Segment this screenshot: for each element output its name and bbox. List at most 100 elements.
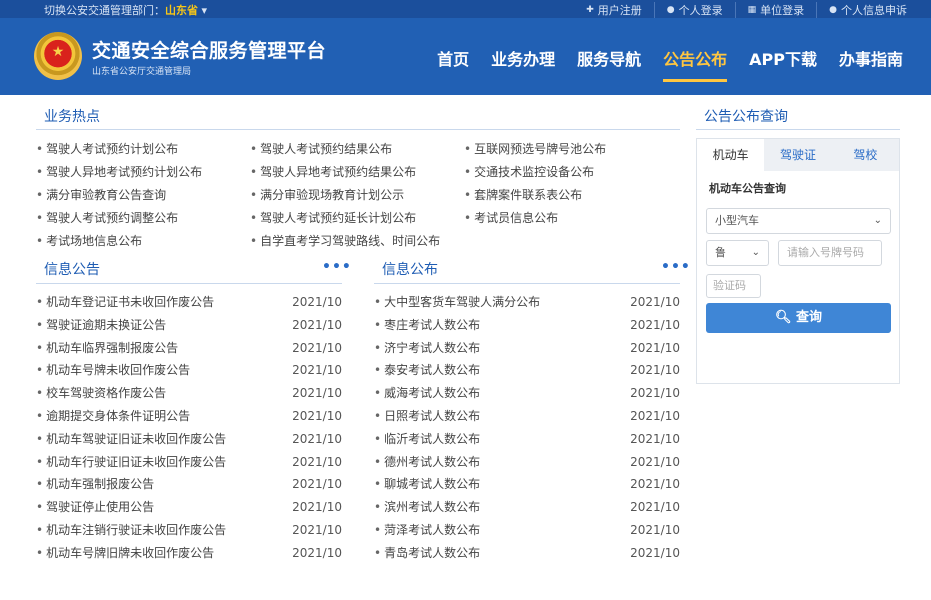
list-item-title[interactable]: 青岛考试人数公布 (374, 542, 480, 565)
tab-license[interactable]: 驾驶证 (764, 139, 831, 171)
nav-home[interactable]: 首页 (437, 46, 469, 70)
hot-link[interactable]: 驾驶人考试预约延长计划公布 (250, 209, 464, 227)
search-button[interactable]: 🔍︎ 查询 (706, 303, 891, 333)
hot-link[interactable]: 驾驶人考试预约调整公布 (36, 209, 250, 227)
hot-link[interactable]: 套牌案件联系表公布 (464, 186, 676, 204)
list-item-title[interactable]: 枣庄考试人数公布 (374, 314, 480, 337)
appeal-link[interactable]: ● 个人信息申诉 (816, 2, 919, 18)
hot-link[interactable]: 驾驶人异地考试预约结果公布 (250, 163, 464, 181)
list-item-title[interactable]: 日照考试人数公布 (374, 405, 480, 428)
list-item-title[interactable]: 德州考试人数公布 (374, 451, 480, 474)
list-item-title[interactable]: 机动车临界强制报废公告 (36, 337, 178, 360)
search-icon: 🔍︎ (774, 310, 792, 325)
list-item-title[interactable]: 机动车行驶证旧证未收回作废公告 (36, 451, 226, 474)
query-divider (696, 129, 900, 130)
list-item-title[interactable]: 机动车号牌旧牌未收回作废公告 (36, 542, 214, 565)
list-item-title[interactable]: 机动车登记证书未收回作废公告 (36, 291, 214, 314)
list-item-title[interactable]: 大中型客货车驾驶人满分公布 (374, 291, 540, 314)
plate-number-input[interactable]: 请输入号牌号码 (778, 240, 882, 266)
list-item-title[interactable]: 机动车强制报废公告 (36, 473, 154, 496)
hot-link[interactable]: 自学直考学习驾驶路线、时间公布 (250, 232, 464, 250)
list-item[interactable]: 机动车临界强制报废公告 2021/10 (36, 337, 342, 360)
unit-login-link[interactable]: ▦ 单位登录 (734, 2, 817, 18)
query-tabs: 机动车 驾驶证 驾校 (697, 139, 899, 171)
list-item[interactable]: 机动车号牌未收回作废公告 2021/10 (36, 359, 342, 382)
list-item[interactable]: 德州考试人数公布 2021/10 (374, 451, 680, 474)
list-item[interactable]: 济宁考试人数公布 2021/10 (374, 337, 680, 360)
hot-link[interactable]: 交通技术监控设备公布 (464, 163, 676, 181)
province-prefix-select[interactable]: 鲁 ⌄ (706, 240, 769, 266)
register-link[interactable]: ✚ 用户注册 (574, 2, 654, 18)
tab-vehicle[interactable]: 机动车 (697, 139, 765, 171)
unit-login-label: 单位登录 (760, 4, 805, 17)
site-header: ★ 交通安全综合服务管理平台 山东省公安厅交通管理局 首页 业务办理 服务导航 … (0, 18, 931, 95)
personal-login-link[interactable]: ● 个人登录 (653, 2, 735, 18)
list-item-date: 2021/10 (292, 500, 342, 515)
list-item-title[interactable]: 聊城考试人数公布 (374, 473, 480, 496)
list-item-date: 2021/10 (292, 431, 342, 446)
list-item-date: 2021/10 (292, 386, 342, 401)
list-item[interactable]: 泰安考试人数公布 2021/10 (374, 359, 680, 382)
list-item[interactable]: 机动车驾驶证旧证未收回作废公告 2021/10 (36, 428, 342, 451)
list-item[interactable]: 滨州考试人数公布 2021/10 (374, 496, 680, 519)
nav-services[interactable]: 服务导航 (577, 46, 641, 70)
hot-link[interactable]: 驾驶人异地考试预约计划公布 (36, 163, 250, 181)
list-item-title[interactable]: 驾驶证逾期未换证公告 (36, 314, 166, 337)
list-item-title[interactable]: 驾驶证停止使用公告 (36, 496, 154, 519)
list-item[interactable]: 逾期提交身体条件证明公告 2021/10 (36, 405, 342, 428)
hot-link[interactable]: 驾驶人考试预约计划公布 (36, 140, 250, 158)
tab-driving-school[interactable]: 驾校 (832, 139, 899, 171)
list-item[interactable]: 驾驶证停止使用公告 2021/10 (36, 496, 342, 519)
list-item-date: 2021/10 (630, 386, 680, 401)
list-item[interactable]: 机动车号牌旧牌未收回作废公告 2021/10 (36, 542, 342, 565)
nav-app-download[interactable]: APP下载 (749, 46, 817, 70)
list-item-title[interactable]: 滨州考试人数公布 (374, 496, 480, 519)
captcha-input[interactable]: 验证码 (706, 274, 761, 298)
list-item[interactable]: 机动车登记证书未收回作废公告 2021/10 (36, 291, 342, 314)
publish-divider (374, 283, 680, 284)
list-item-title[interactable]: 临沂考试人数公布 (374, 428, 480, 451)
hot-link[interactable]: 驾驶人考试预约结果公布 (250, 140, 464, 158)
list-item-title[interactable]: 校车驾驶资格作废公告 (36, 382, 166, 405)
list-item[interactable]: 日照考试人数公布 2021/10 (374, 405, 680, 428)
list-item-title[interactable]: 机动车注销行驶证未收回作废公告 (36, 519, 226, 542)
search-button-label: 查询 (796, 310, 823, 325)
publish-more-button[interactable]: ••• (661, 259, 691, 275)
hot-link[interactable]: 考试场地信息公布 (36, 232, 250, 250)
list-item-title[interactable]: 逾期提交身体条件证明公告 (36, 405, 190, 428)
nav-announcements[interactable]: 公告公布 (663, 46, 728, 82)
notice-more-button[interactable]: ••• (322, 259, 352, 275)
province-select[interactable]: 山东省 (165, 4, 198, 17)
list-item[interactable]: 威海考试人数公布 2021/10 (374, 382, 680, 405)
list-item[interactable]: 机动车注销行驶证未收回作废公告 2021/10 (36, 519, 342, 542)
nav-guide[interactable]: 办事指南 (839, 46, 903, 70)
list-item-title[interactable]: 机动车驾驶证旧证未收回作废公告 (36, 428, 226, 451)
list-item[interactable]: 青岛考试人数公布 2021/10 (374, 542, 680, 565)
list-item-title[interactable]: 菏泽考试人数公布 (374, 519, 480, 542)
hot-link[interactable]: 互联网预选号牌号池公布 (464, 140, 676, 158)
list-item[interactable]: 驾驶证逾期未换证公告 2021/10 (36, 314, 342, 337)
list-item-title[interactable]: 机动车号牌未收回作废公告 (36, 359, 190, 382)
hot-link[interactable]: 满分审验现场教育计划公示 (250, 186, 464, 204)
hot-link[interactable]: 考试员信息公布 (464, 209, 676, 227)
list-item-title[interactable]: 济宁考试人数公布 (374, 337, 480, 360)
list-item-date: 2021/10 (630, 522, 680, 537)
list-item-title[interactable]: 威海考试人数公布 (374, 382, 480, 405)
hot-link[interactable]: 满分审验教育公告查询 (36, 186, 250, 204)
appeal-label: 个人信息申诉 (841, 4, 907, 17)
list-item[interactable]: 聊城考试人数公布 2021/10 (374, 473, 680, 496)
list-item-date: 2021/10 (630, 477, 680, 492)
nav-business[interactable]: 业务办理 (491, 46, 555, 70)
list-item[interactable]: 枣庄考试人数公布 2021/10 (374, 314, 680, 337)
list-item[interactable]: 机动车行驶证旧证未收回作废公告 2021/10 (36, 451, 342, 474)
list-item[interactable]: 菏泽考试人数公布 2021/10 (374, 519, 680, 542)
notice-divider (36, 283, 342, 284)
list-item[interactable]: 校车驾驶资格作废公告 2021/10 (36, 382, 342, 405)
list-item[interactable]: 临沂考试人数公布 2021/10 (374, 428, 680, 451)
list-item-date: 2021/10 (292, 545, 342, 560)
vehicle-type-select[interactable]: 小型汽车 ⌄ (706, 208, 891, 234)
list-item[interactable]: 机动车强制报废公告 2021/10 (36, 473, 342, 496)
list-item-title[interactable]: 泰安考试人数公布 (374, 359, 480, 382)
department-switch[interactable]: 切换公安交通管理部门：山东省 ▾ (44, 2, 207, 18)
list-item[interactable]: 大中型客货车驾驶人满分公布 2021/10 (374, 291, 680, 314)
